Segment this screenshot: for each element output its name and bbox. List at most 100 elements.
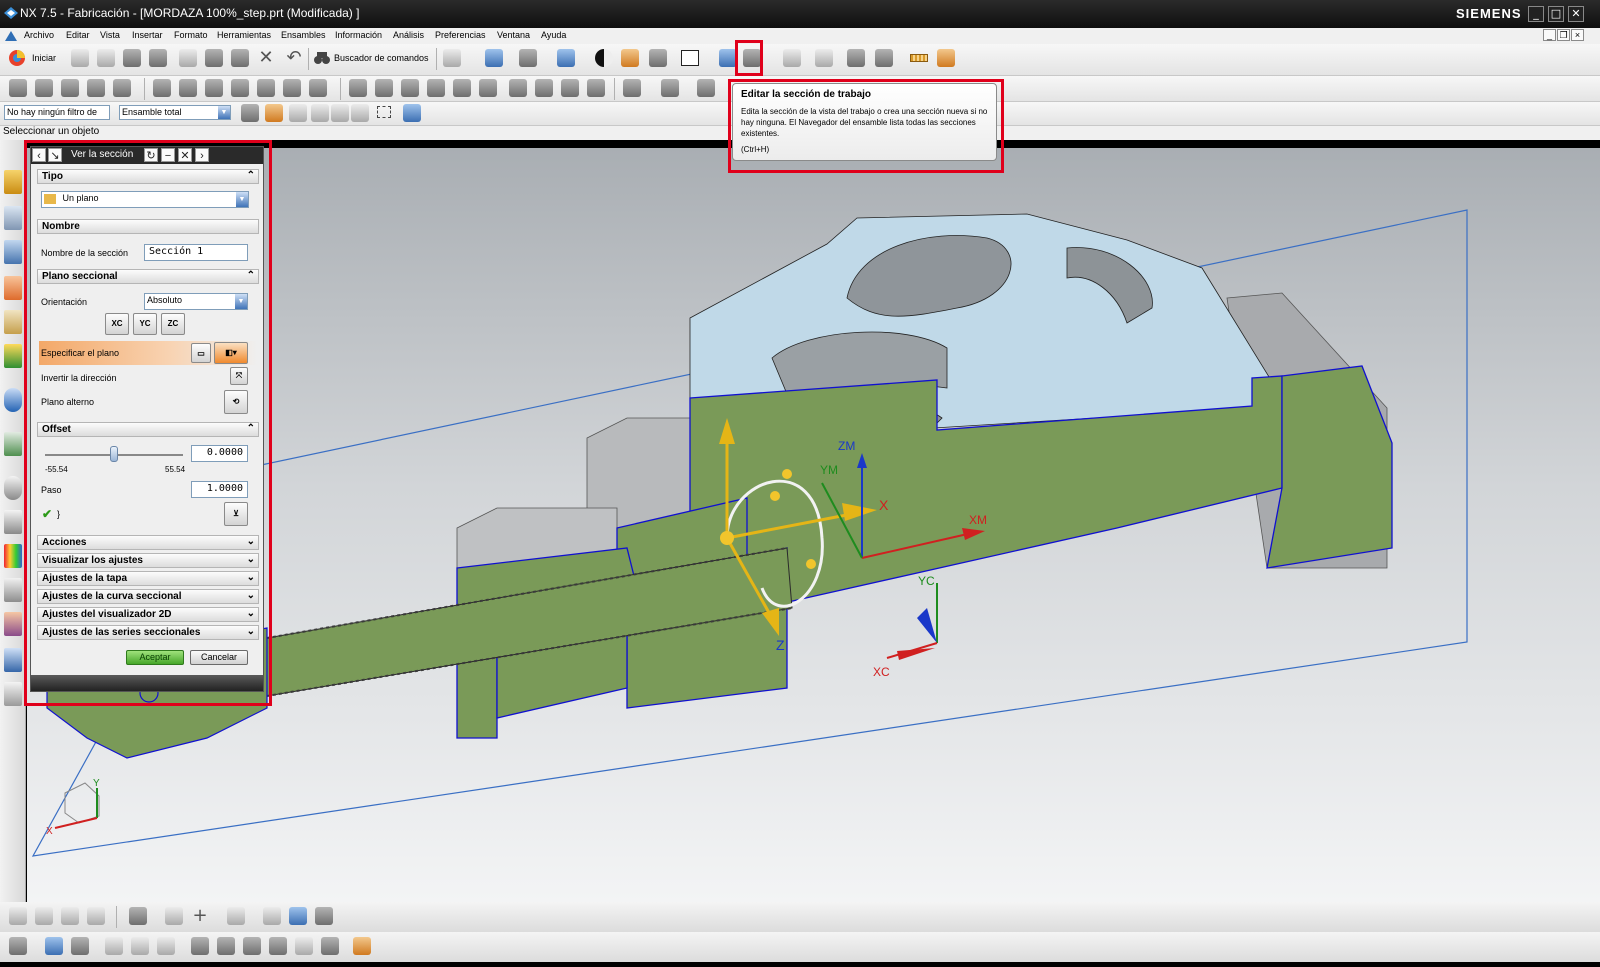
section-cap-icon[interactable] xyxy=(620,48,640,68)
section-ajustes-tapa[interactable]: Ajustes de la tapa ⌄ xyxy=(37,571,259,586)
save-all-icon[interactable] xyxy=(148,48,168,68)
layer-settings-icon[interactable] xyxy=(782,48,802,68)
manufacturing-wizard-icon[interactable] xyxy=(4,682,22,706)
feature-tool-icon[interactable] xyxy=(268,936,288,956)
constraint-icon[interactable] xyxy=(282,78,302,98)
palette-icon[interactable] xyxy=(4,544,22,568)
nx-menu-icon[interactable] xyxy=(3,29,19,43)
feature-tool-icon[interactable] xyxy=(320,936,340,956)
background-color-icon[interactable] xyxy=(680,48,700,68)
constraint-icon[interactable] xyxy=(152,78,172,98)
orientation-dropdown[interactable]: Absoluto ▼ xyxy=(144,293,248,310)
info-window-icon[interactable] xyxy=(442,48,462,68)
rectangle-select-icon[interactable] xyxy=(374,103,394,123)
component-icon[interactable] xyxy=(452,78,472,98)
constraint-icon[interactable] xyxy=(204,78,224,98)
close-button[interactable]: ✕ xyxy=(1568,6,1584,22)
feature-tool-icon[interactable] xyxy=(156,936,176,956)
dialog-close-icon[interactable]: ✕ xyxy=(178,148,192,162)
section-ajustes-visualizador[interactable]: Ajustes del visualizador 2D ⌄ xyxy=(37,607,259,622)
type-filter-dropdown[interactable]: No hay ningún filtro de xyxy=(4,105,110,120)
feature-tool-icon[interactable] xyxy=(294,936,314,956)
select-filter-icon[interactable] xyxy=(874,48,894,68)
undo-icon[interactable]: ↶ xyxy=(284,48,304,68)
section-plano-seccional[interactable]: Plano seccional ⌃ xyxy=(37,269,259,284)
cut-icon[interactable] xyxy=(178,48,198,68)
menu-ensambles[interactable]: Ensambles xyxy=(281,30,326,40)
show-hide-icon[interactable] xyxy=(846,48,866,68)
dialog-options-icon[interactable]: ↘ xyxy=(48,148,62,162)
feature-tool-icon[interactable] xyxy=(70,936,90,956)
undo-select-icon[interactable] xyxy=(288,103,308,123)
reuse-library-icon[interactable] xyxy=(4,276,22,300)
start-button[interactable]: Iniciar xyxy=(8,48,64,68)
process-studio-icon[interactable] xyxy=(4,578,22,602)
save-icon[interactable] xyxy=(122,48,142,68)
yc-plane-button[interactable]: YC xyxy=(133,313,157,335)
menu-ayuda[interactable]: Ayuda xyxy=(541,30,566,40)
part-navigator-icon[interactable] xyxy=(4,240,22,264)
feature-tool-icon[interactable] xyxy=(288,906,308,926)
select-face-icon[interactable] xyxy=(330,103,350,123)
feature-tool-icon[interactable] xyxy=(164,906,184,926)
feature-tool-icon[interactable] xyxy=(216,936,236,956)
new-file-icon[interactable] xyxy=(70,48,90,68)
assembly-tool-icon[interactable] xyxy=(86,78,106,98)
dialog-reset-icon[interactable]: ↻ xyxy=(144,148,158,162)
feature-tool-icon[interactable] xyxy=(104,936,124,956)
feature-tool-icon[interactable] xyxy=(226,906,246,926)
assembly-navigator-icon[interactable] xyxy=(4,170,22,194)
section-acciones[interactable]: Acciones ⌄ xyxy=(37,535,259,550)
dialog-back-icon[interactable]: ‹ xyxy=(32,148,46,162)
web-browser-icon[interactable] xyxy=(4,344,22,368)
select-edge-icon[interactable] xyxy=(350,103,370,123)
feature-tool-icon[interactable] xyxy=(314,906,334,926)
plane-dialog-icon[interactable]: ▭ xyxy=(191,343,211,363)
minimize-button[interactable]: _ xyxy=(1528,6,1544,22)
feature-tool-icon[interactable] xyxy=(128,906,148,926)
component-icon[interactable] xyxy=(534,78,554,98)
hd3d-tools-icon[interactable] xyxy=(4,310,22,334)
section-nombre[interactable]: Nombre xyxy=(37,219,259,234)
copy-icon[interactable] xyxy=(204,48,224,68)
doc-minimize-button[interactable]: _ xyxy=(1543,29,1556,41)
reverse-direction-icon[interactable]: ⤧ xyxy=(230,367,248,385)
maximize-button[interactable]: □ xyxy=(1548,6,1564,22)
component-icon[interactable] xyxy=(560,78,580,98)
feature-tool-icon[interactable] xyxy=(242,936,262,956)
edit-work-section-icon[interactable] xyxy=(742,48,762,68)
feature-tool-icon[interactable] xyxy=(352,936,372,956)
feature-tool-icon[interactable] xyxy=(190,936,210,956)
doc-close-button[interactable]: × xyxy=(1571,29,1584,41)
fit-view-icon[interactable] xyxy=(484,48,504,68)
feature-tool-icon[interactable] xyxy=(130,936,150,956)
section-offset[interactable]: Offset ⌃ xyxy=(37,422,259,437)
feature-tool-icon[interactable] xyxy=(60,906,80,926)
feature-tool-icon[interactable] xyxy=(8,906,28,926)
component-icon[interactable] xyxy=(400,78,420,98)
feature-tool-icon[interactable] xyxy=(34,906,54,926)
ok-button[interactable]: Aceptar xyxy=(126,650,184,665)
system-materials-icon[interactable] xyxy=(4,510,22,534)
component-icon[interactable] xyxy=(426,78,446,98)
menu-insertar[interactable]: Insertar xyxy=(132,30,163,40)
coordinate-system-icon[interactable]: ⊻ xyxy=(224,502,248,526)
dialog-collapse-icon[interactable]: − xyxy=(161,148,175,162)
offset-value-field[interactable]: 0.0000 xyxy=(191,445,248,462)
menu-preferencias[interactable]: Preferencias xyxy=(435,30,486,40)
motion-icon[interactable] xyxy=(660,78,680,98)
xc-plane-button[interactable]: XC xyxy=(105,313,129,335)
component-icon[interactable] xyxy=(478,78,498,98)
cancel-button[interactable]: Cancelar xyxy=(190,650,248,665)
component-icon[interactable] xyxy=(348,78,368,98)
section-tipo[interactable]: Tipo ⌃ xyxy=(37,169,259,184)
measure-angle-icon[interactable] xyxy=(936,48,956,68)
assembly-tool-icon[interactable] xyxy=(34,78,54,98)
clock-icon[interactable] xyxy=(4,476,22,500)
menu-ventana[interactable]: Ventana xyxy=(497,30,530,40)
delete-icon[interactable]: ✕ xyxy=(256,48,276,68)
step-value-field[interactable]: 1.0000 xyxy=(191,481,248,498)
type-dropdown[interactable]: Un plano ▼ xyxy=(41,191,249,208)
feature-tool-icon[interactable] xyxy=(86,906,106,926)
display-mode-icon[interactable] xyxy=(594,48,614,68)
